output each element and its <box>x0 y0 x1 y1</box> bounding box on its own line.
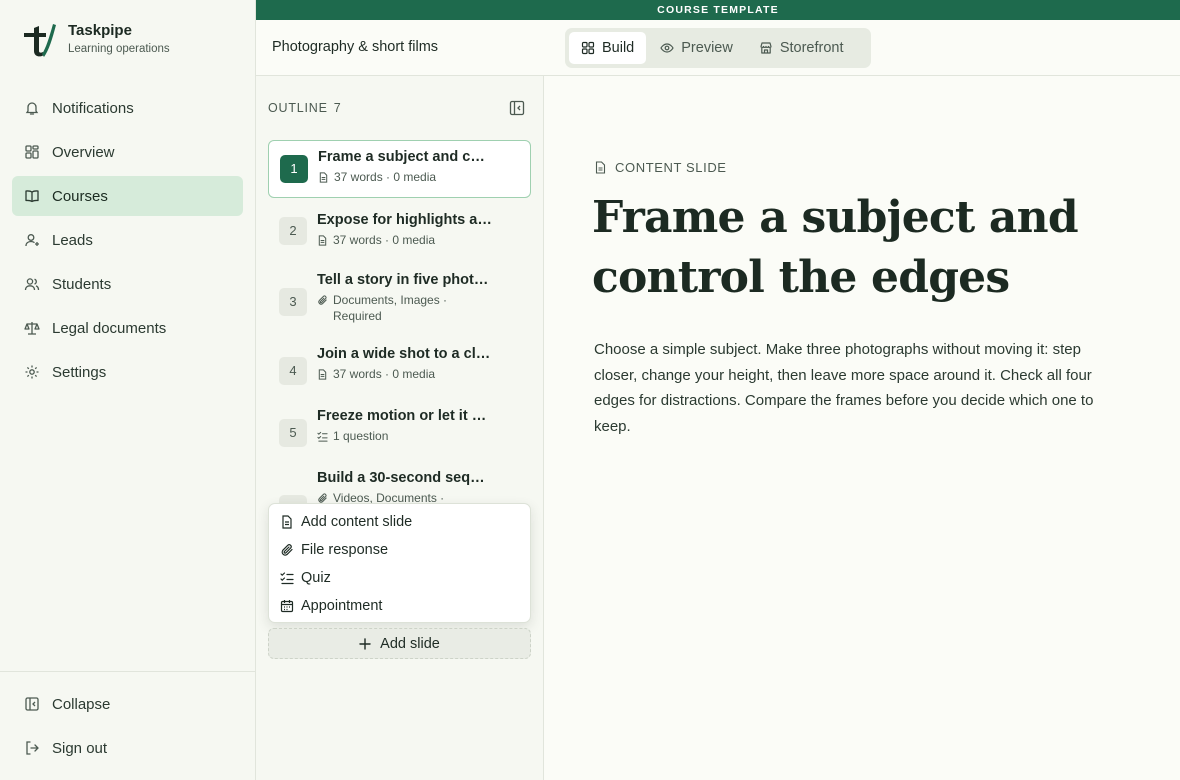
panel-collapse-icon <box>509 100 525 116</box>
document-icon <box>319 172 328 183</box>
nav-label: Notifications <box>52 99 134 117</box>
scale-icon <box>24 322 40 335</box>
nav-label: Students <box>52 275 112 293</box>
sign-out-button[interactable]: Sign out <box>12 728 243 768</box>
slide-heading[interactable]: Frame a subject and control the edges <box>592 188 1112 308</box>
slide-item-2[interactable]: 2 Expose for highlights and shadows 37 w… <box>268 198 531 264</box>
grid-icon <box>25 145 39 159</box>
slide-title: Expose for highlights and shadows <box>317 212 492 228</box>
collapse-outline-button[interactable] <box>509 100 525 116</box>
sign-out-label: Sign out <box>52 739 108 757</box>
slide-body[interactable]: Choose a simple subject. Make three phot… <box>594 337 1124 439</box>
slide-editor: CONTENT SLIDE Frame a subject and contro… <box>544 76 1180 780</box>
brand[interactable]: Taskpipe Learning operations <box>20 20 170 58</box>
calendar-icon <box>280 600 294 613</box>
collapse-sidebar-button[interactable]: Collapse <box>12 684 243 724</box>
menu-item-file-response[interactable]: File response <box>269 536 530 564</box>
tab-label: Storefront <box>779 40 844 56</box>
users-icon <box>24 278 40 291</box>
user-icon <box>25 234 39 247</box>
bell-icon <box>25 102 39 115</box>
sidebar-footer: Collapse Sign out <box>0 671 255 772</box>
nav-label: Leads <box>52 231 93 249</box>
brand-name: Taskpipe <box>68 22 132 39</box>
gear-icon <box>25 365 39 379</box>
slide-number: 5 <box>279 419 307 447</box>
slide-meta: 1 question <box>317 428 521 444</box>
add-slide-button[interactable]: Add slide <box>268 628 531 659</box>
document-icon <box>318 369 327 380</box>
menu-item-appointment[interactable]: Appointment <box>269 592 530 620</box>
nav-label: Overview <box>52 143 115 161</box>
slide-title: Tell a story in five photographs <box>317 272 492 288</box>
outline-count: 7 <box>333 101 341 115</box>
sign-out-icon <box>26 741 39 755</box>
slide-title: Freeze motion or let it blur <box>317 408 492 424</box>
slide-number: 3 <box>279 288 307 316</box>
slide-number: 1 <box>280 155 308 183</box>
slide-title: Build a 30-second sequence <box>317 470 492 486</box>
nav-label: Legal documents <box>52 319 167 337</box>
main-nav: Notifications Overview Courses Leads Stu… <box>12 88 243 396</box>
checklist-icon <box>317 431 328 442</box>
slide-meta: 37 words · 0 media <box>317 232 521 248</box>
book-icon <box>25 190 39 203</box>
document-icon <box>282 515 292 529</box>
add-slide-menu: Add content slide File response Quiz App… <box>268 503 531 623</box>
slide-item-1[interactable]: 1 Frame a subject and control the edges … <box>268 140 531 198</box>
slide-number: 2 <box>279 217 307 245</box>
slide-item-4[interactable]: 4 Join a wide shot to a close-up 37 word… <box>268 340 531 402</box>
brand-subtitle: Learning operations <box>68 43 170 55</box>
collapse-label: Collapse <box>52 695 111 713</box>
slide-kind: CONTENT SLIDE <box>594 160 727 175</box>
document-icon <box>318 235 327 246</box>
tab-label: Preview <box>681 40 733 56</box>
nav-item-settings[interactable]: Settings <box>12 352 243 392</box>
slide-number: 4 <box>279 357 307 385</box>
document-icon <box>595 161 606 174</box>
checklist-icon <box>280 572 294 585</box>
tab-build[interactable]: Build <box>569 32 647 64</box>
nav-label: Courses <box>52 187 108 205</box>
slide-meta: 37 words · 0 media <box>317 366 521 382</box>
slide-item-3[interactable]: 3 Tell a story in five photographs Docum… <box>268 264 531 340</box>
tab-label: Build <box>602 40 635 56</box>
top-bar: Photography & short films Build Preview … <box>256 20 1180 76</box>
taskpipe-logo-icon <box>20 20 56 58</box>
nav-item-leads[interactable]: Leads <box>12 220 243 260</box>
store-icon <box>760 42 772 54</box>
slide-title: Frame a subject and control the edges <box>318 149 493 165</box>
plus-icon <box>359 637 371 650</box>
outline-panel: OUTLINE 7 1 Frame a subject and control t… <box>256 76 544 780</box>
nav-item-students[interactable]: Students <box>12 264 243 304</box>
slide-title: Join a wide shot to a close-up <box>317 346 492 362</box>
menu-item-add-content-slide[interactable]: Add content slide <box>269 508 530 536</box>
eye-icon <box>660 43 674 53</box>
grid-icon <box>581 41 595 55</box>
course-title: Photography & short films <box>272 39 439 55</box>
sidebar: Taskpipe Learning operations Notificatio… <box>0 0 256 780</box>
slide-meta: 37 words · 0 media <box>318 169 520 185</box>
course-template-banner: COURSE TEMPLATE <box>256 0 1180 20</box>
nav-item-legal-documents[interactable]: Legal documents <box>12 308 243 348</box>
menu-item-quiz[interactable]: Quiz <box>269 564 530 592</box>
nav-item-overview[interactable]: Overview <box>12 132 243 172</box>
outline-header: OUTLINE 7 <box>268 101 341 115</box>
paperclip-icon <box>318 295 327 305</box>
mode-tabs: Build Preview Storefront <box>565 28 871 68</box>
nav-label: Settings <box>52 363 107 381</box>
slide-meta: Documents, Images · Required <box>317 292 521 324</box>
paperclip-icon <box>281 544 293 556</box>
sidebar-collapse-icon <box>25 697 39 711</box>
outline-label: OUTLINE <box>268 101 328 115</box>
nav-item-notifications[interactable]: Notifications <box>12 88 243 128</box>
tab-storefront[interactable]: Storefront <box>747 32 856 64</box>
nav-item-courses[interactable]: Courses <box>12 176 243 216</box>
tab-preview[interactable]: Preview <box>648 32 745 64</box>
slide-item-5[interactable]: 5 Freeze motion or let it blur 1 questio… <box>268 402 531 464</box>
